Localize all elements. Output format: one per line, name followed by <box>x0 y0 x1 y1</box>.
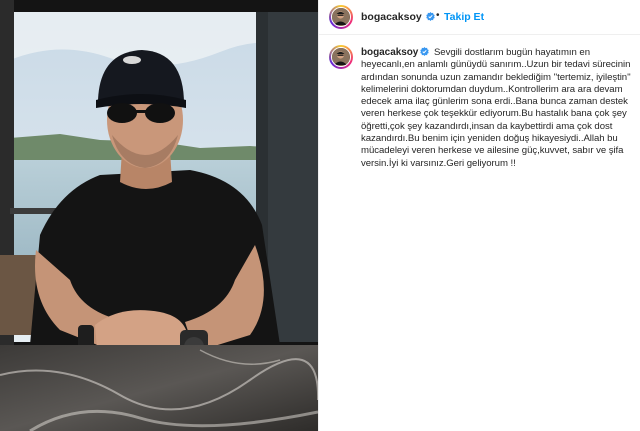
separator-dot: • <box>436 10 440 21</box>
profile-avatar[interactable] <box>329 5 353 29</box>
caption-avatar[interactable] <box>329 45 353 69</box>
caption-text: Sevgili dostlarım bugün hayatımın en hey… <box>361 47 631 169</box>
verified-badge-icon <box>420 47 430 56</box>
avatar-icon <box>332 8 349 25</box>
caption-username[interactable]: bogacaksoy <box>361 47 418 58</box>
post-side-panel: bogacaksoy • Takip Et bogacaksoy Sevgili… <box>318 0 640 431</box>
follow-button[interactable]: Takip Et <box>444 11 484 23</box>
header-username[interactable]: bogacaksoy <box>361 11 422 23</box>
post-photo[interactable] <box>0 0 318 431</box>
man-in-cap-photo <box>0 0 318 431</box>
post-header: bogacaksoy • Takip Et <box>319 0 640 35</box>
verified-badge-icon <box>426 12 435 21</box>
post-caption: bogacaksoy Sevgili dostlarım bugün hayat… <box>361 47 639 170</box>
avatar-icon <box>332 48 349 65</box>
